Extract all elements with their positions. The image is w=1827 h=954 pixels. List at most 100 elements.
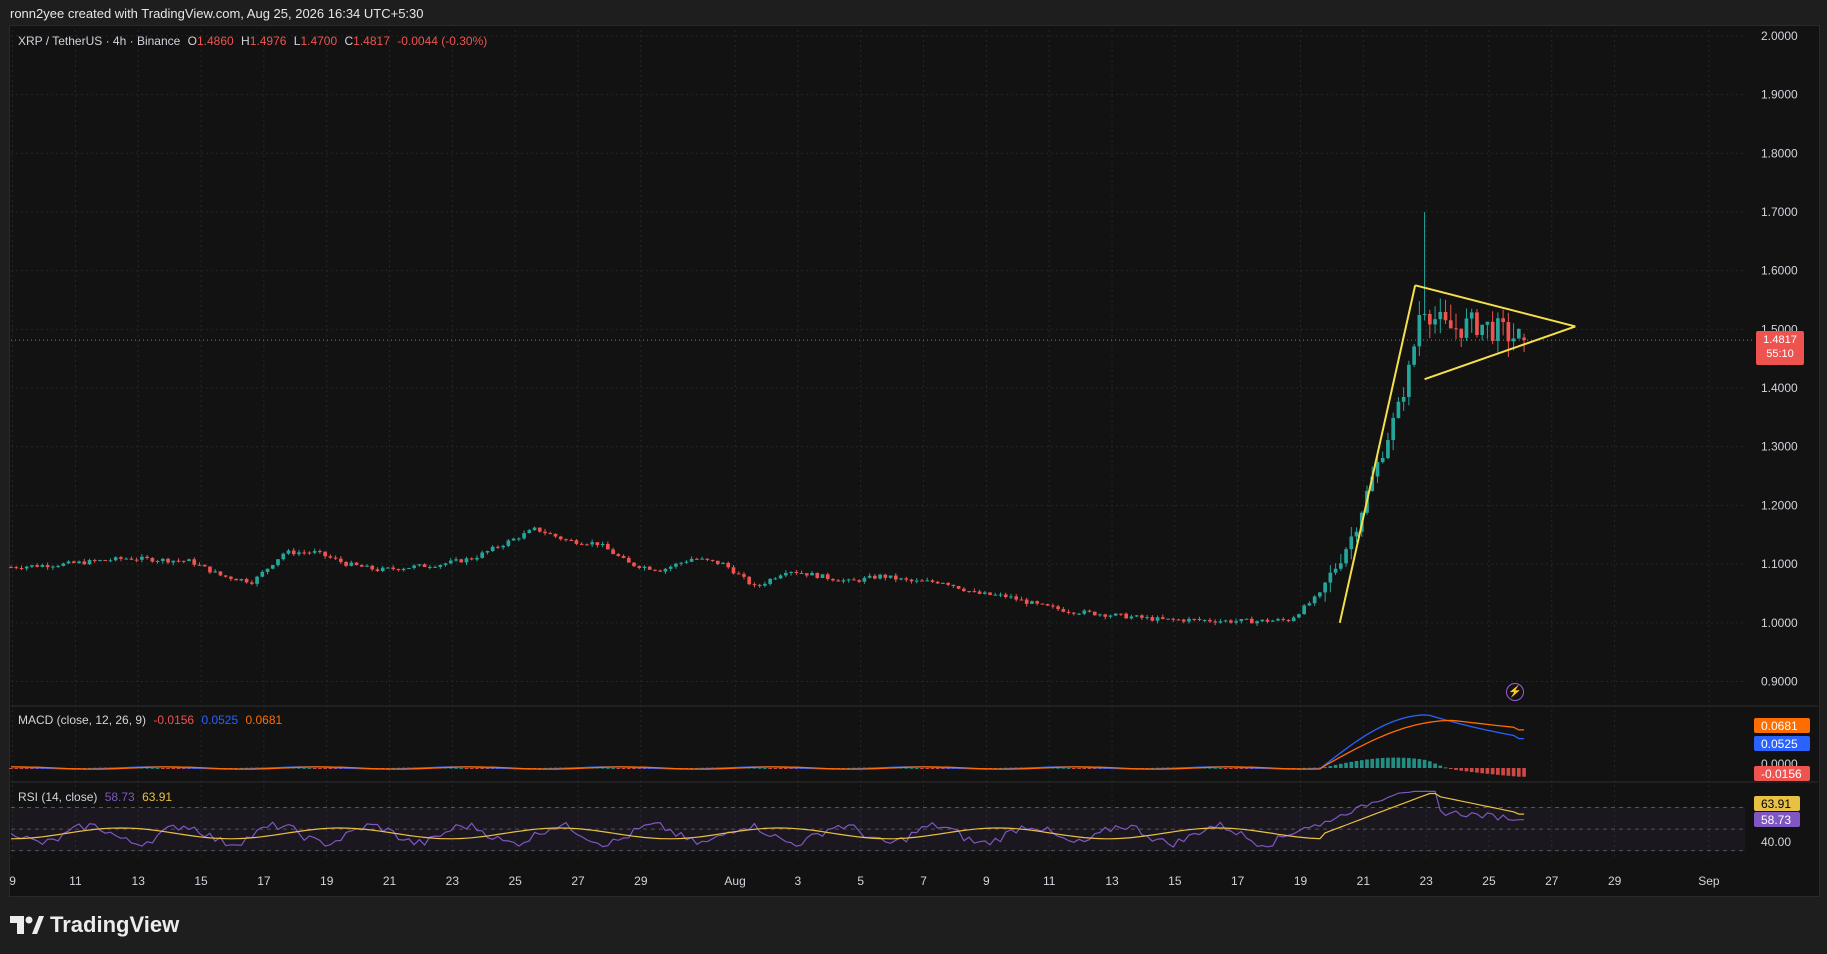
candle-body [736, 573, 741, 575]
candle-body [1202, 619, 1207, 621]
candle-body [517, 538, 521, 540]
candle-body [1119, 613, 1123, 615]
candle-body [223, 575, 228, 577]
macd-histogram-bar [1061, 767, 1066, 769]
brand-name: TradingView [50, 912, 180, 937]
macd-histogram-bar [1354, 760, 1359, 768]
symbol-legend[interactable]: XRP / TetherUS · 4h · Binance O1.4860 H1… [18, 34, 491, 48]
candle-body [239, 579, 244, 581]
candle-body [909, 579, 914, 582]
candle-body [930, 580, 935, 582]
candle-body [433, 566, 437, 568]
candle-body [129, 558, 134, 560]
candle-body [763, 583, 767, 586]
price-tick-label: 1.8000 [1761, 146, 1798, 160]
candle-body [475, 557, 479, 560]
tradingview-brand[interactable]: TradingView [10, 912, 179, 938]
time-tick-label: 19 [1294, 874, 1308, 888]
macd-histogram-bar [626, 768, 631, 769]
candle-body [187, 559, 191, 562]
candle-body [255, 576, 259, 584]
candle-body [160, 558, 165, 562]
candle-body [208, 566, 212, 573]
macd-histogram-bar [323, 768, 327, 769]
macd-histogram-bar [1480, 768, 1485, 774]
candle-body [920, 580, 924, 582]
chart-canvas[interactable]: 2.00001.90001.80001.70001.60001.50001.40… [0, 0, 1827, 954]
grid-lines [11, 30, 1818, 858]
candle-body [595, 542, 600, 546]
rsi-value: 58.73 [104, 790, 135, 804]
time-tick-label: 17 [257, 874, 271, 888]
candle-body [171, 560, 176, 563]
candle-body [469, 558, 474, 560]
candle-body [297, 552, 301, 555]
candle-body [804, 573, 809, 576]
time-tick-label: 7 [920, 874, 927, 888]
candle-body [234, 578, 238, 581]
candle-body [1506, 322, 1511, 342]
candle-body [281, 553, 286, 560]
candle-body [836, 580, 841, 582]
candle-body [904, 578, 909, 580]
alert-icon[interactable]: ⚡ [1506, 683, 1524, 701]
macd-histogram-bar [9, 768, 13, 769]
candle-body [647, 566, 652, 570]
candle-body [30, 565, 34, 567]
candle-body [1496, 318, 1500, 341]
time-tick-label: 25 [1482, 874, 1496, 888]
candle-body [286, 550, 291, 554]
candle-body [328, 556, 333, 558]
macd-histogram-bar [1082, 768, 1087, 769]
candle-body [616, 554, 621, 556]
candle-body [1328, 572, 1333, 583]
macd-histogram-bar [176, 768, 181, 769]
macd-legend[interactable]: MACD (close, 12, 26, 9) -0.0156 0.0525 0… [18, 713, 286, 727]
macd-histogram-bar [632, 768, 636, 769]
macd-tick-label: 0.0681 [1761, 719, 1798, 733]
candle-body [1391, 417, 1396, 441]
candle-body [213, 571, 218, 573]
candle-body [56, 565, 60, 567]
candle-body [1166, 618, 1170, 620]
axes: 2.00001.90001.80001.70001.60001.50001.40… [9, 29, 1810, 888]
candle-body [553, 533, 558, 537]
candle-body [637, 566, 642, 568]
time-tick-label: Aug [724, 874, 745, 888]
candle-body [1459, 328, 1464, 338]
candle-body [92, 559, 97, 561]
candle-body [323, 551, 327, 557]
candle-body [726, 562, 731, 568]
candle-body [51, 566, 55, 568]
candle-body [784, 572, 788, 576]
candle-body [1443, 311, 1448, 321]
candle-body [888, 575, 893, 578]
macd-histogram-bar [24, 768, 29, 769]
rsi-legend[interactable]: RSI (14, close) 58.73 63.91 [18, 790, 176, 804]
macd-histogram-bar [1333, 764, 1338, 768]
candle-body [543, 531, 547, 534]
candle-body [307, 552, 312, 554]
macd-histogram-bar [773, 768, 778, 769]
candle-body [1412, 346, 1416, 365]
time-tick-label: 9 [983, 874, 990, 888]
candle-body [1255, 621, 1259, 624]
candle-body [1417, 315, 1422, 347]
candle-body [166, 558, 170, 563]
candle-body [715, 560, 720, 564]
candle-body [532, 527, 537, 531]
candle-body [265, 568, 270, 572]
candle-body [1124, 613, 1128, 619]
price-tick-label: 2.0000 [1761, 29, 1798, 43]
candle-body [585, 544, 589, 546]
macd-histogram-bar [1087, 768, 1092, 769]
candle-body [1333, 568, 1338, 573]
candle-body [490, 546, 495, 552]
candle-body [1030, 601, 1034, 604]
candle-body [344, 562, 348, 566]
rsi-tick-label: 58.73 [1761, 813, 1791, 827]
macd-histogram-bar [1407, 758, 1411, 768]
candle-body [993, 594, 998, 596]
candle-body [967, 591, 971, 593]
pennant-pattern [1338, 284, 1576, 624]
